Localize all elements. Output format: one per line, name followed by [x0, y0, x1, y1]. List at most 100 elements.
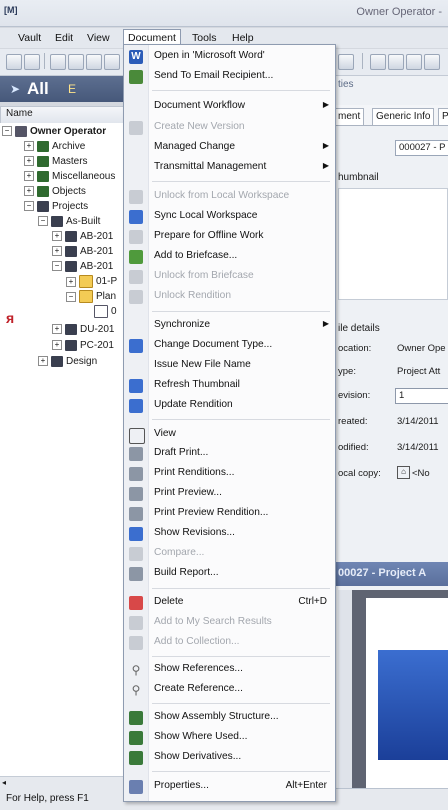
all-label[interactable]: All	[27, 79, 49, 99]
menu-item-show-where-used[interactable]: Show Where Used...	[124, 728, 335, 748]
tree-item[interactable]: + Miscellaneous	[24, 170, 115, 184]
collapse-icon[interactable]: −	[24, 201, 34, 212]
menu-item-draft-print[interactable]: Draft Print...	[124, 444, 335, 464]
toolbar-button-10[interactable]	[406, 54, 422, 70]
expand-icon[interactable]: +	[66, 276, 76, 287]
field-label: evision:	[338, 390, 371, 401]
menu-item-managed-change[interactable]: Managed Change ▶	[124, 138, 335, 158]
tree-item[interactable]: + AB-201	[52, 230, 113, 244]
menu-item-show-assembly-structure[interactable]: Show Assembly Structure...	[124, 708, 335, 728]
arrow-icon: ➤	[10, 82, 21, 96]
menu-view[interactable]: View	[83, 30, 114, 46]
properties-tabs: ment Generic Info P	[334, 105, 448, 126]
toolbar-button-3[interactable]	[50, 54, 66, 70]
menu-item-refresh-thumbnail[interactable]: Refresh Thumbnail	[124, 376, 335, 396]
menu-item-show-derivatives[interactable]: Show Derivatives...	[124, 748, 335, 768]
expand-icon[interactable]: +	[52, 246, 62, 257]
toolbar-button-4[interactable]	[68, 54, 84, 70]
expand-icon[interactable]: +	[24, 156, 34, 167]
tree-column-header[interactable]: Name	[0, 106, 125, 124]
menu-item-delete[interactable]: Delete Ctrl+D	[124, 593, 335, 613]
menu-item-create-reference[interactable]: ⚲ Create Reference...	[124, 680, 335, 700]
tree-item[interactable]: − AB-201	[52, 260, 113, 274]
scroll-left-icon[interactable]: ◂	[2, 778, 6, 787]
toolbar-button-1[interactable]	[6, 54, 22, 70]
rendition-icon	[129, 399, 143, 413]
vault-tree[interactable]: − Owner Operator + Archive + Masters + Misce…	[0, 123, 123, 797]
collapse-icon[interactable]: −	[38, 216, 48, 227]
print-preview-icon	[129, 487, 143, 501]
delete-icon	[129, 596, 143, 610]
expand-icon[interactable]: +	[52, 340, 62, 351]
tree-item[interactable]: + Design	[38, 355, 97, 369]
tree-item[interactable]: + Objects	[24, 185, 86, 199]
tab-document[interactable]: ment	[334, 108, 365, 125]
tree-item[interactable]: + AB-201	[52, 245, 113, 259]
expand-icon[interactable]: +	[38, 356, 48, 367]
menu-item-print-preview[interactable]: Print Preview...	[124, 484, 335, 504]
menu-item-prepare-offline[interactable]: Prepare for Offline Work	[124, 227, 335, 247]
tab-generic-info[interactable]: Generic Info	[372, 108, 435, 125]
toolbar-button-8[interactable]	[370, 54, 386, 70]
toolbar-button-9[interactable]	[388, 54, 404, 70]
tree-item[interactable]: − Owner Operator	[2, 125, 106, 139]
expand-icon[interactable]: +	[24, 171, 34, 182]
menu-item-print-preview-rendition[interactable]: Print Preview Rendition...	[124, 504, 335, 524]
menu-item-document-workflow[interactable]: Document Workflow ▶	[124, 97, 335, 117]
collapse-icon[interactable]: −	[52, 261, 62, 272]
menu-item-add-to-briefcase[interactable]: Add to Briefcase...	[124, 247, 335, 267]
toolbar-button-2[interactable]	[24, 54, 40, 70]
toolbar-button-6[interactable]	[104, 54, 120, 70]
menu-item-view[interactable]: View	[124, 425, 335, 445]
toolbar-button-11[interactable]	[424, 54, 440, 70]
field-value: 3/14/2011	[397, 416, 439, 427]
where-used-icon	[129, 731, 143, 745]
derivatives-icon	[129, 751, 143, 765]
compare-icon	[129, 547, 143, 561]
expand-icon[interactable]: +	[52, 231, 62, 242]
menu-item-sync-local-workspace[interactable]: Sync Local Workspace	[124, 207, 335, 227]
menu-item-issue-new-file-name[interactable]: Issue New File Name	[124, 356, 335, 376]
tree-item[interactable]: 0	[94, 305, 117, 319]
tree-horizontal-scrollbar[interactable]: ◂	[0, 776, 123, 789]
tree-item[interactable]: − As-Built	[38, 215, 100, 229]
tree-item[interactable]: + Masters	[24, 155, 88, 169]
app-icon: [M]	[4, 5, 18, 15]
expand-icon[interactable]: +	[52, 324, 62, 335]
toolbar-button-7[interactable]	[338, 54, 354, 70]
menu-item-build-report[interactable]: Build Report...	[124, 564, 335, 584]
local-copy-icon[interactable]: ⌂	[397, 466, 410, 479]
tree-item[interactable]: + Archive	[24, 140, 85, 154]
menu-item-transmittal-management[interactable]: Transmittal Management ▶	[124, 158, 335, 178]
tree-item[interactable]: + DU-201	[52, 323, 114, 337]
tree-item[interactable]: − Projects	[24, 200, 88, 214]
menu-edit[interactable]: Edit	[51, 30, 77, 46]
menu-item-properties[interactable]: Properties... Alt+Enter	[124, 777, 335, 797]
tab-p[interactable]: P	[438, 108, 448, 125]
menu-item-send-to-email[interactable]: Send To Email Recipient...	[124, 67, 335, 87]
menu-item-print-renditions[interactable]: Print Renditions...	[124, 464, 335, 484]
expand-icon[interactable]: +	[24, 186, 34, 197]
menu-item-update-rendition[interactable]: Update Rendition	[124, 396, 335, 416]
menu-item-change-document-type[interactable]: Change Document Type...	[124, 336, 335, 356]
menu-vault[interactable]: Vault	[14, 30, 45, 46]
collapse-icon[interactable]: −	[2, 126, 12, 137]
document-menu: W Open in 'Microsoft Word' Send To Email…	[123, 44, 336, 802]
menu-separator	[152, 588, 330, 589]
tree-item[interactable]: + PC-201	[52, 339, 114, 353]
toolbar-button-5[interactable]	[86, 54, 102, 70]
menu-item-show-references[interactable]: ⚲ Show References...	[124, 660, 335, 680]
word-icon: W	[129, 50, 143, 64]
search-band-label[interactable]: E	[68, 82, 76, 96]
shortcut-label: Alt+Enter	[285, 780, 327, 791]
briefcase-unlock-icon	[129, 270, 143, 284]
status-text: For Help, press F1	[6, 793, 89, 804]
menu-item-open-in-word[interactable]: W Open in 'Microsoft Word'	[124, 47, 335, 67]
tree-item[interactable]: +01-P	[66, 275, 117, 289]
tree-item[interactable]: − Plan	[66, 290, 116, 304]
email-icon	[129, 70, 143, 84]
menu-item-synchronize[interactable]: Synchronize ▶	[124, 316, 335, 336]
expand-icon[interactable]: +	[24, 141, 34, 152]
menu-item-show-revisions[interactable]: Show Revisions...	[124, 524, 335, 544]
collapse-icon[interactable]: −	[66, 291, 76, 302]
